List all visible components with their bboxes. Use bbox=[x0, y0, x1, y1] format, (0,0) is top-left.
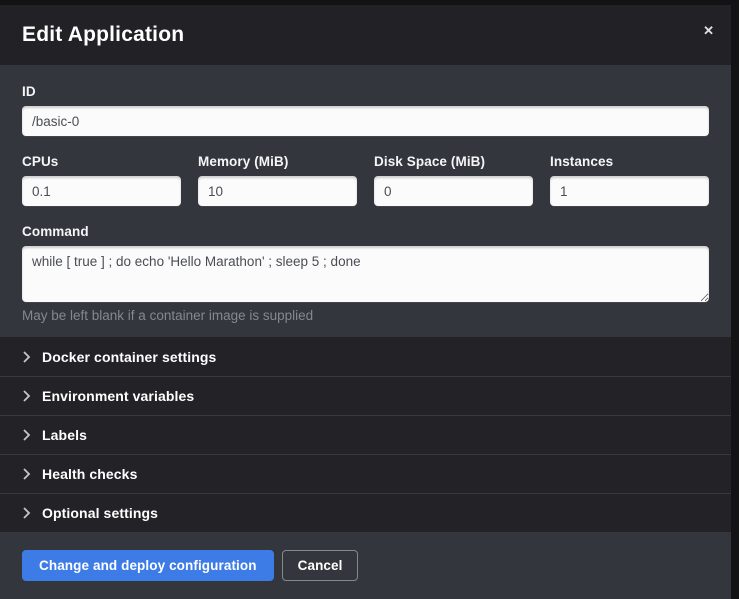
id-field-group: ID bbox=[22, 84, 709, 136]
memory-field-group: Memory (MiB) bbox=[198, 154, 357, 206]
modal-title: Edit Application bbox=[22, 23, 184, 47]
change-and-deploy-button[interactable]: Change and deploy configuration bbox=[22, 550, 274, 581]
section-label: Health checks bbox=[42, 466, 137, 482]
chevron-right-icon bbox=[22, 351, 31, 363]
chevron-right-icon bbox=[22, 429, 31, 441]
instances-field-group: Instances bbox=[550, 154, 709, 206]
id-input[interactable] bbox=[22, 106, 709, 136]
cpus-field-group: CPUs bbox=[22, 154, 181, 206]
section-health-checks[interactable]: Health checks bbox=[0, 454, 731, 493]
cpus-label: CPUs bbox=[22, 154, 181, 169]
section-environment-variables[interactable]: Environment variables bbox=[0, 376, 731, 415]
id-label: ID bbox=[22, 84, 709, 99]
section-label: Docker container settings bbox=[42, 349, 216, 365]
resources-row: CPUs Memory (MiB) Disk Space (MiB) Insta… bbox=[22, 154, 709, 206]
chevron-right-icon bbox=[22, 390, 31, 402]
disk-input[interactable] bbox=[374, 176, 533, 206]
section-label: Labels bbox=[42, 427, 87, 443]
command-help-text: May be left blank if a container image i… bbox=[22, 308, 709, 323]
close-icon[interactable]: ✕ bbox=[699, 20, 718, 41]
chevron-right-icon bbox=[22, 507, 31, 519]
disk-field-group: Disk Space (MiB) bbox=[374, 154, 533, 206]
command-label: Command bbox=[22, 224, 709, 239]
modal-body: ID CPUs Memory (MiB) Disk Space (MiB) In… bbox=[0, 65, 731, 337]
modal-header: Edit Application ✕ bbox=[0, 5, 731, 65]
memory-label: Memory (MiB) bbox=[198, 154, 357, 169]
command-field-group: Command while [ true ] ; do echo 'Hello … bbox=[22, 224, 709, 323]
disk-label: Disk Space (MiB) bbox=[374, 154, 533, 169]
section-docker-container-settings[interactable]: Docker container settings bbox=[0, 337, 731, 376]
modal-footer: Change and deploy configuration Cancel bbox=[0, 532, 731, 599]
chevron-right-icon bbox=[22, 468, 31, 480]
cancel-button[interactable]: Cancel bbox=[282, 550, 359, 581]
section-label: Optional settings bbox=[42, 505, 158, 521]
instances-input[interactable] bbox=[550, 176, 709, 206]
section-labels[interactable]: Labels bbox=[0, 415, 731, 454]
section-label: Environment variables bbox=[42, 388, 194, 404]
edit-application-modal: Edit Application ✕ ID CPUs Memory (MiB) … bbox=[0, 5, 731, 599]
memory-input[interactable] bbox=[198, 176, 357, 206]
command-textarea[interactable]: while [ true ] ; do echo 'Hello Marathon… bbox=[22, 246, 709, 302]
section-optional-settings[interactable]: Optional settings bbox=[0, 493, 731, 532]
cpus-input[interactable] bbox=[22, 176, 181, 206]
collapsible-sections: Docker container settings Environment va… bbox=[0, 337, 731, 532]
instances-label: Instances bbox=[550, 154, 709, 169]
